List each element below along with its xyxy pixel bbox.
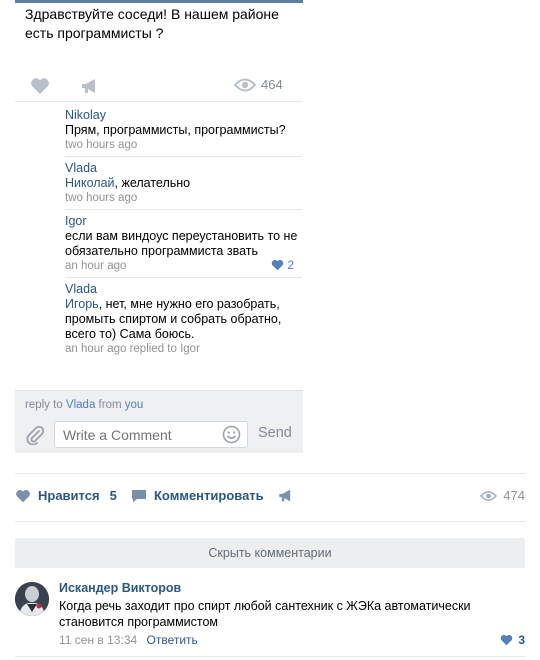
hide-comments-button[interactable]: Скрыть комментарии <box>15 538 525 568</box>
avatar[interactable] <box>15 582 49 616</box>
comment-item: Vlada Николай, желательно two hours ago <box>65 157 302 210</box>
comment-text: Игорь, нет, мне нужно его разобрать, про… <box>65 297 302 342</box>
wall-actions: Нравится 5 Комментировать 474 <box>15 482 525 512</box>
mention-link[interactable]: Николай <box>65 176 115 190</box>
views-count: 474 <box>503 488 525 503</box>
post-text: Здравствуйте соседи! В нашем районе есть… <box>25 6 279 41</box>
reply-link[interactable]: Ответить <box>147 633 198 647</box>
embedded-post-screenshot: Здравствуйте соседи! В нашем районе есть… <box>15 0 303 453</box>
heart-icon <box>272 259 284 271</box>
comment-like-button[interactable]: 3 <box>500 633 525 647</box>
like-label: Нравится <box>38 488 100 503</box>
comment-author[interactable]: Vlada <box>65 161 302 176</box>
reply-to-prefix: reply to <box>25 399 63 411</box>
reply-bar: reply to Vlada from you Send <box>15 390 303 453</box>
comment-date[interactable]: 11 сен в 13:34 <box>59 633 137 647</box>
comment-time: two hours ago <box>65 192 138 204</box>
comment-time: two hours ago <box>65 139 138 151</box>
comment-text: если вам виндоус переустановить то не об… <box>65 229 298 258</box>
comment-body: , желательно <box>114 176 191 190</box>
megaphone-icon <box>279 489 291 502</box>
comment-author[interactable]: Nikolay <box>65 108 302 123</box>
share-button[interactable] <box>278 488 294 503</box>
comment-text: Когда речь заходит про спирт любой санте… <box>59 599 471 629</box>
paperclip-icon[interactable] <box>26 425 44 445</box>
comment-label: Комментировать <box>154 488 264 503</box>
comment-item: Nikolay Прям, программисты, программисты… <box>65 104 302 157</box>
heart-icon <box>16 489 30 502</box>
comment-author[interactable]: Искандер Викторов <box>59 581 181 595</box>
send-button[interactable]: Send <box>258 425 292 441</box>
megaphone-icon[interactable] <box>81 77 99 95</box>
mention-link[interactable]: Игорь <box>65 297 99 311</box>
divider <box>15 656 525 657</box>
eye-icon <box>234 78 256 92</box>
comment-item: Vlada Игорь, нет, мне нужно его разобрат… <box>65 278 302 360</box>
reply-to-name[interactable]: Vlada <box>66 399 95 411</box>
comment-author[interactable]: Igor <box>65 214 302 229</box>
top-border <box>15 0 303 3</box>
wall-comment: Искандер Викторов Когда речь заходит про… <box>15 578 525 648</box>
views-counter: 474 <box>480 488 525 503</box>
comment-likes[interactable]: 2 <box>271 258 294 272</box>
from-word: from <box>98 399 122 411</box>
avatar-image <box>15 582 49 616</box>
like-count: 5 <box>109 488 117 503</box>
comment-time: an hour ago <box>65 260 127 272</box>
heart-icon <box>501 634 513 646</box>
eye-icon <box>480 490 498 501</box>
divider <box>15 521 525 522</box>
comment-input[interactable] <box>54 421 248 448</box>
comment-time: an hour ago replied to Igor <box>65 343 200 355</box>
comment-button[interactable]: Комментировать <box>131 488 264 503</box>
comment-like-count: 2 <box>287 258 294 272</box>
views-count: 464 <box>261 77 283 92</box>
comment-author[interactable]: Vlada <box>65 282 302 297</box>
divider <box>15 473 525 474</box>
heart-icon[interactable] <box>30 77 50 95</box>
comment-item: Igor если вам виндоус переустановить то … <box>65 210 302 278</box>
post-actions: 464 <box>15 70 303 102</box>
comment-like-count: 3 <box>518 633 525 647</box>
comment-text: Николай, желательно <box>65 176 302 191</box>
reply-to-line: reply to Vlada from you <box>25 399 143 411</box>
smile-icon[interactable] <box>222 425 241 444</box>
comment-text: Прям, программисты, программисты? <box>65 123 286 137</box>
comment-icon <box>132 489 146 502</box>
from-name[interactable]: you <box>125 399 144 411</box>
comment-meta: 11 сен в 13:34 Ответить <box>59 633 198 647</box>
like-button[interactable]: Нравится 5 <box>15 488 117 503</box>
comment-list: Nikolay Прям, программисты, программисты… <box>65 104 302 360</box>
